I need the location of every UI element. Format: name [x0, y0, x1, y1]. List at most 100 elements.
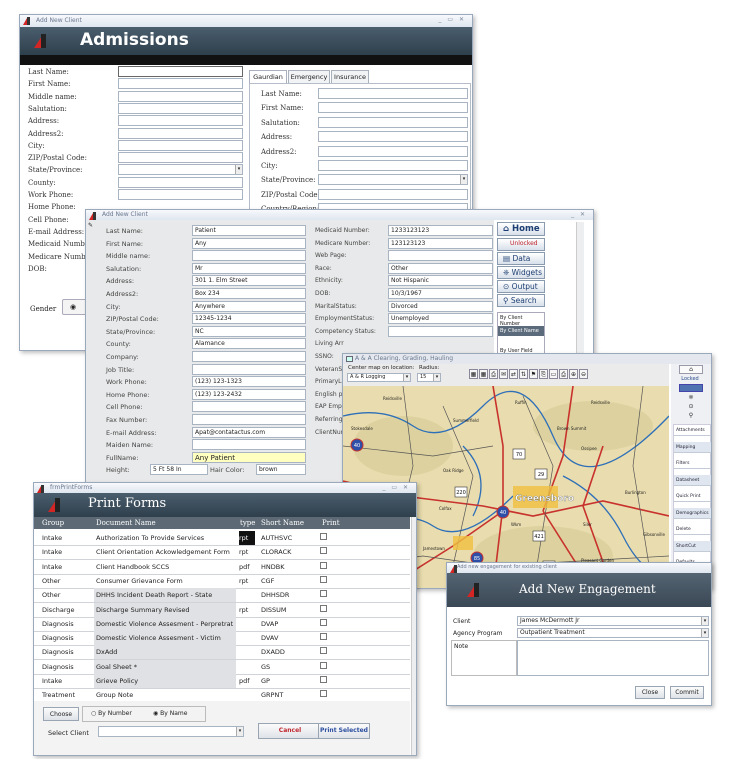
- widgets-icon[interactable]: ❈: [679, 394, 703, 402]
- client-field-input[interactable]: 301 1. Elm Street: [192, 275, 306, 287]
- map-tool-icon[interactable]: ⎙: [559, 369, 568, 379]
- guardian-field-input[interactable]: [318, 116, 468, 128]
- client-detail-input[interactable]: 1233123123: [388, 225, 493, 236]
- radius-select[interactable]: 15 ▾: [417, 373, 441, 382]
- admission-field-input[interactable]: [118, 90, 243, 102]
- radio-by-number[interactable]: ○ By Number: [91, 710, 132, 717]
- client-field-input[interactable]: Apat@contatactus.com: [192, 426, 306, 438]
- form-row[interactable]: Intake Grieve Policy pdf GP: [34, 674, 410, 689]
- client-select[interactable]: James McDermott Jr ▾: [517, 616, 709, 626]
- tab-insurance[interactable]: Insurance: [331, 70, 369, 83]
- client-detail-input[interactable]: [388, 250, 493, 262]
- client-field-input[interactable]: (123) 123-1323: [192, 376, 306, 388]
- print-checkbox[interactable]: [320, 604, 327, 612]
- print-checkbox[interactable]: [320, 590, 327, 598]
- tab-emergency[interactable]: Emergency: [288, 70, 330, 83]
- form-row[interactable]: Discharge Discharge Summary Revised rpt DIS…: [34, 602, 410, 618]
- client-field-input[interactable]: [192, 363, 306, 375]
- print-selected-button[interactable]: Print Selected: [318, 723, 370, 739]
- output-button[interactable]: ⊙ Output: [497, 280, 545, 293]
- admission-field-input[interactable]: [118, 102, 243, 114]
- guardian-field-input[interactable]: [318, 145, 468, 157]
- client-field-input[interactable]: Any Patient: [192, 451, 306, 463]
- form-row[interactable]: Other Consumer Grievance Form rpt CGF: [34, 574, 410, 589]
- admission-field-input[interactable]: [118, 176, 243, 188]
- map-tool-icon[interactable]: ⇄: [509, 369, 518, 379]
- data-button[interactable]: ▤ Data: [497, 252, 545, 265]
- client-field-input[interactable]: Patient: [192, 225, 306, 236]
- client-detail-input[interactable]: 10/3/1967: [388, 288, 493, 299]
- home-icon[interactable]: ⌂: [679, 365, 703, 374]
- search-button[interactable]: ⚲ Search: [497, 294, 545, 307]
- sort-by-number[interactable]: By Client Number: [498, 313, 544, 326]
- radio-by-name[interactable]: ◉ By Name: [153, 710, 187, 717]
- map-tool-icon[interactable]: ⎙: [489, 369, 498, 379]
- print-checkbox[interactable]: [320, 533, 327, 540]
- print-checkbox[interactable]: [320, 690, 327, 698]
- client-field-input[interactable]: NC: [192, 325, 306, 337]
- print-checkbox[interactable]: [320, 575, 327, 583]
- map-tool-icon[interactable]: ⚑: [529, 369, 538, 379]
- client-detail-input[interactable]: Divorced: [388, 300, 493, 312]
- client-field-input[interactable]: Any: [192, 237, 306, 249]
- client-detail-input[interactable]: [388, 325, 493, 337]
- output-icon[interactable]: ⊙: [679, 403, 703, 411]
- print-checkbox[interactable]: [320, 676, 327, 683]
- print-checkbox[interactable]: [320, 561, 327, 569]
- map-side-item[interactable]: Mapping: [674, 441, 711, 453]
- print-checkbox[interactable]: [320, 661, 327, 669]
- select-client-dropdown[interactable]: ▾: [98, 726, 244, 737]
- form-row[interactable]: Intake Client Orientation Ackowledgement …: [34, 545, 410, 561]
- client-field-input[interactable]: Mr: [192, 262, 306, 274]
- form-row[interactable]: Diagnosis Goal Sheet * GS: [34, 659, 410, 675]
- admission-field-input[interactable]: [118, 66, 243, 77]
- home-button[interactable]: ⌂ Home: [497, 222, 545, 236]
- map-side-item[interactable]: Delete: [674, 524, 711, 535]
- client-detail-input[interactable]: Other: [388, 262, 493, 274]
- client-field-input[interactable]: [192, 401, 306, 413]
- form-row[interactable]: Diagnosis Domestic Violence Assesment - P…: [34, 616, 410, 632]
- map-tool-icon[interactable]: ⊕: [569, 369, 578, 379]
- form-row[interactable]: Treatment Group Note GRPNT: [34, 688, 410, 701]
- window-controls[interactable]: _ ▭ ✕: [382, 484, 410, 491]
- client-field-input[interactable]: [192, 439, 306, 451]
- map-tool-icon[interactable]: ▦: [469, 369, 478, 379]
- location-select[interactable]: A & R Logging ▾: [347, 373, 411, 382]
- client-field-input[interactable]: (123) 123-2432: [192, 388, 306, 400]
- table-scrollbar[interactable]: [411, 517, 416, 755]
- client-field-input[interactable]: Anywhere: [192, 300, 306, 312]
- admission-field-input[interactable]: [118, 189, 243, 200]
- window-controls[interactable]: _ ✕: [571, 211, 587, 218]
- print-checkbox[interactable]: [320, 647, 327, 655]
- guardian-field-input[interactable]: ▾: [318, 174, 468, 186]
- map-side-item[interactable]: Attachments: [674, 425, 711, 436]
- client-field-input[interactable]: [192, 351, 306, 362]
- print-checkbox[interactable]: [320, 633, 327, 641]
- client-field-input[interactable]: [192, 250, 306, 262]
- map-side-item[interactable]: Demographics: [674, 507, 711, 519]
- map-side-item[interactable]: ShortCut: [674, 540, 711, 552]
- admission-field-input[interactable]: [118, 127, 243, 139]
- guardian-field-input[interactable]: [318, 88, 468, 99]
- client-field-input[interactable]: 12345-1234: [192, 313, 306, 325]
- choose-button[interactable]: Choose: [43, 707, 79, 721]
- map-tool-icon[interactable]: ▦: [479, 369, 488, 379]
- admission-field-input[interactable]: [118, 115, 243, 127]
- data-icon[interactable]: [679, 384, 703, 392]
- commit-button[interactable]: Commit: [670, 686, 704, 699]
- admission-field-input[interactable]: [118, 78, 243, 90]
- sort-by-name[interactable]: By Client Name: [498, 326, 544, 336]
- window-controls[interactable]: _ ▭ ✕: [438, 16, 466, 23]
- agency-program-select[interactable]: Outpatient Treatment ▾: [517, 628, 709, 638]
- cancel-button[interactable]: Cancel: [258, 723, 322, 739]
- client-field-input[interactable]: [192, 414, 306, 425]
- record-selector[interactable]: ✎: [88, 222, 96, 230]
- client-detail-input[interactable]: Unemployed: [388, 313, 493, 325]
- client-field-input[interactable]: 5 Ft 58 In: [150, 464, 208, 476]
- map-side-item[interactable]: Filters: [674, 458, 711, 469]
- print-checkbox[interactable]: [320, 547, 327, 555]
- guardian-field-input[interactable]: [318, 131, 468, 143]
- client-detail-input[interactable]: Not Hispanic: [388, 275, 493, 287]
- map-tool-icon[interactable]: ⇅: [519, 369, 528, 379]
- client-field-input[interactable]: Alamance: [192, 338, 306, 350]
